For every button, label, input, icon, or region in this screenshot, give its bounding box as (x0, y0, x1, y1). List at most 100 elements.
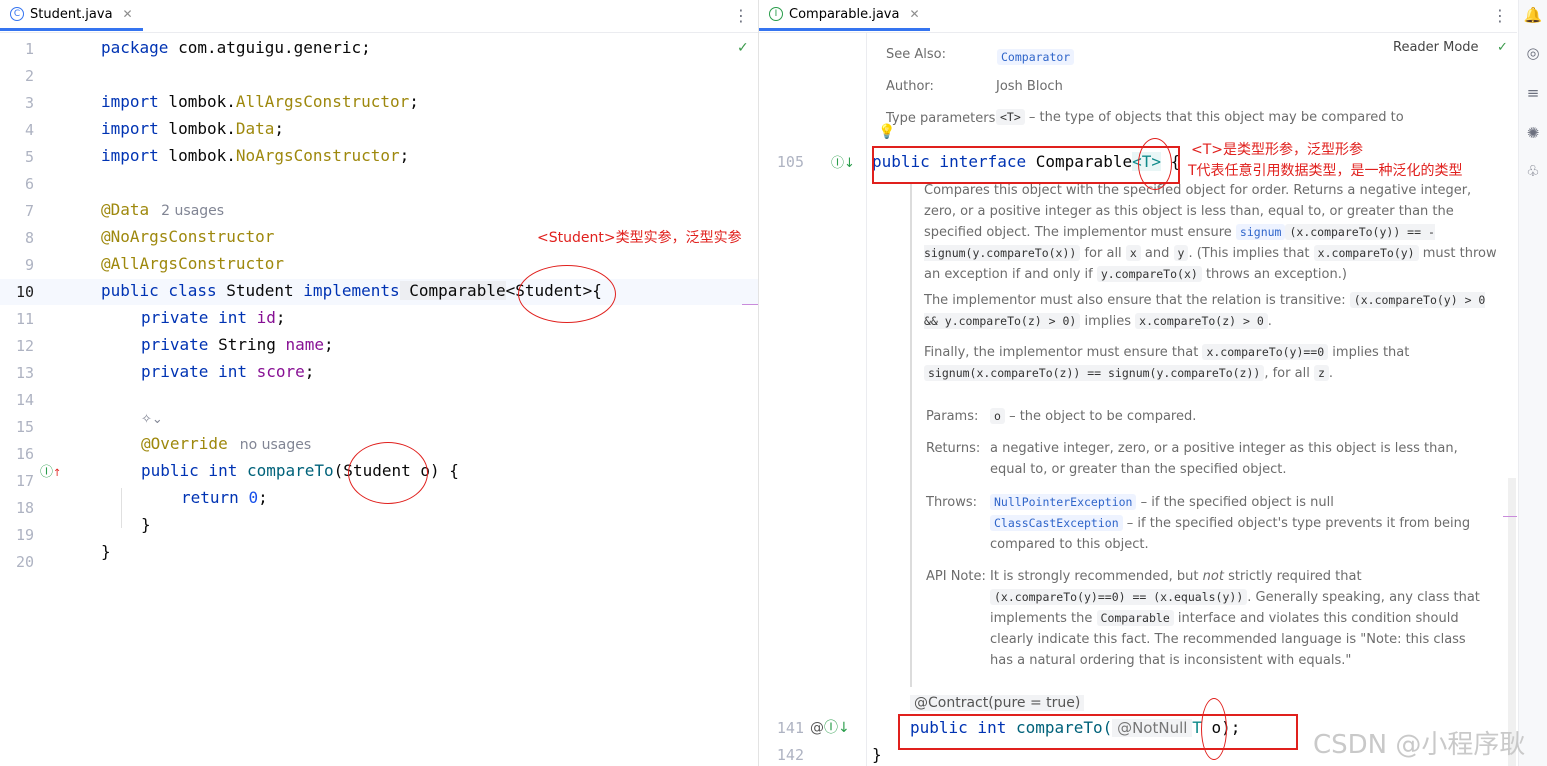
tab-student-java[interactable]: C Student.java ✕ (0, 0, 143, 31)
t-param-ellipse (1201, 698, 1227, 760)
check-icon: ✓ (737, 40, 749, 56)
fold-marker (1503, 516, 1517, 517)
params-label: Params: (926, 409, 979, 424)
contract-annotation: @Contract(pure = true) (910, 695, 1085, 711)
code-line-11[interactable]: private int id; (141, 308, 286, 327)
code-line-18[interactable]: } (141, 515, 151, 534)
closing-brace[interactable]: } (872, 745, 882, 764)
line-number: 14 (15, 391, 34, 409)
student-param-ellipse (348, 442, 428, 504)
line-number: 6 (24, 175, 34, 193)
code-line-12[interactable]: private String name; (141, 335, 334, 354)
line-number: 11 (15, 310, 34, 328)
returns-label: Returns: (926, 441, 981, 456)
line-number: 2 (24, 67, 34, 85)
type-param-note-2: T代表任意引用数据类型，是一种泛化的类型 (1188, 163, 1463, 179)
throws-desc: NullPointerException – if the specified … (990, 494, 1471, 552)
code-line-4[interactable]: import lombok.Data; (101, 119, 284, 138)
lightbulb-icon[interactable]: 💡 (878, 124, 895, 140)
line-number: 7 (24, 202, 34, 220)
fold-marker (742, 304, 758, 305)
check-icon: ✓ (1497, 40, 1508, 55)
implements-gutter-icon[interactable]: Ⓘ↑ (40, 461, 61, 480)
tab-comparable-java[interactable]: I Comparable.java ✕ (759, 0, 930, 31)
doc-paragraph-1: Compares this object with the specified … (924, 183, 1497, 282)
left-editor-pane: C Student.java ✕ ⋮ ✓ 1 2 3 4 5 6 7 8 9 10 11 12 13 14… (0, 0, 759, 766)
right-tab-bar: I Comparable.java ✕ ⋮ (759, 0, 1517, 33)
usages-hint: 2 usages (161, 203, 225, 219)
code-line-3[interactable]: import lombok.AllArgsConstructor; (101, 92, 419, 111)
line-number: 19 (15, 526, 34, 544)
type-param-ellipse (1138, 138, 1172, 190)
line-number: 10 (15, 283, 34, 301)
ai-assistant-icon[interactable]: ◎ (1523, 44, 1543, 64)
reader-mode-button[interactable]: Reader Mode (1393, 40, 1479, 55)
line-number: 17 (15, 472, 34, 490)
type-params-desc: <T> – the type of objects that this obje… (996, 109, 1404, 125)
line-number: 105 (776, 153, 804, 171)
line-number: 8 (24, 229, 34, 247)
line-number: 3 (24, 94, 34, 112)
tab-label: Student.java (30, 6, 113, 22)
scrollbar[interactable] (1508, 478, 1516, 766)
params-desc: o – the object to be compared. (990, 406, 1490, 427)
type-params-label: Type parameters: (886, 111, 1000, 126)
code-line-5[interactable]: import lombok.NoArgsConstructor; (101, 146, 409, 165)
line-number: 18 (15, 499, 34, 517)
line-number: 15 (15, 418, 34, 436)
interface-icon: I (769, 7, 783, 21)
code-line-13[interactable]: private int score; (141, 362, 314, 381)
watermark: CSDN @小程序耿 (1313, 730, 1526, 760)
student-ellipse (518, 265, 616, 323)
line-number: 13 (15, 364, 34, 382)
implementations-icon[interactable]: Ⓘ↓ (831, 152, 855, 171)
tab-label: Comparable.java (789, 6, 900, 22)
line-number: 4 (24, 121, 34, 139)
code-line-9[interactable]: @AllArgsConstructor (101, 254, 284, 273)
doc-comment-bar (910, 182, 912, 687)
left-tab-bar: C Student.java ✕ ⋮ (0, 0, 758, 33)
code-line-8[interactable]: @NoArgsConstructor (101, 227, 274, 246)
returns-desc: a negative integer, zero, or a positive … (990, 441, 1458, 477)
code-line-15[interactable]: @Override no usages (141, 434, 311, 453)
gutter-divider (866, 32, 867, 766)
usages-hint: no usages (239, 437, 312, 453)
indent-guide (121, 488, 122, 528)
doc-paragraph-2: The implementor must also ensure that th… (924, 292, 1486, 329)
api-note-label: API Note: (926, 569, 986, 584)
code-line-1[interactable]: package com.atguigu.generic; (101, 38, 371, 57)
line-number: 1 (24, 40, 34, 58)
throws-label: Throws: (926, 495, 977, 510)
notifications-icon[interactable]: 🔔 (1523, 6, 1543, 26)
ai-assist-icon[interactable]: ✧⌄ (141, 412, 163, 427)
line-number: 20 (15, 553, 34, 571)
class-icon: C (10, 7, 24, 21)
database-icon[interactable]: ≡ (1523, 84, 1543, 104)
code-line-19[interactable]: } (101, 542, 111, 561)
doc-paragraph-3: Finally, the implementor must ensure tha… (924, 344, 1410, 381)
line-number: 16 (15, 445, 34, 463)
api-note-desc: It is strongly recommended, but not stri… (990, 569, 1480, 668)
type-param-note: <T>是类型形参，泛型形参 (1191, 142, 1364, 158)
author-label: Author: (886, 79, 934, 94)
interface-highlight-box (872, 146, 1180, 184)
student-note: <Student>类型实参，泛型实参 (537, 230, 742, 246)
line-number: 12 (15, 337, 34, 355)
close-icon[interactable]: ✕ (909, 7, 919, 21)
more-options-icon[interactable]: ⋮ (1492, 6, 1508, 25)
more-options-icon[interactable]: ⋮ (733, 6, 749, 25)
override-icon[interactable]: @Ⓘ↓ (810, 717, 850, 737)
line-number: 141 (776, 719, 804, 737)
see-also-label: See Also: (886, 47, 946, 62)
code-line-7[interactable]: @Data 2 usages (101, 200, 224, 219)
author-value: Josh Bloch (996, 79, 1063, 94)
line-number: 142 (776, 746, 804, 764)
code-line-17[interactable]: return 0; (181, 488, 268, 507)
line-number: 5 (24, 148, 34, 166)
method-highlight-box (898, 714, 1298, 750)
see-also-link[interactable]: Comparator (997, 46, 1075, 65)
tool-window-strip (1518, 0, 1547, 766)
plugin-icon[interactable]: ✺ (1523, 124, 1543, 144)
structure-icon[interactable]: ♧ (1523, 162, 1543, 182)
close-icon[interactable]: ✕ (123, 7, 133, 21)
